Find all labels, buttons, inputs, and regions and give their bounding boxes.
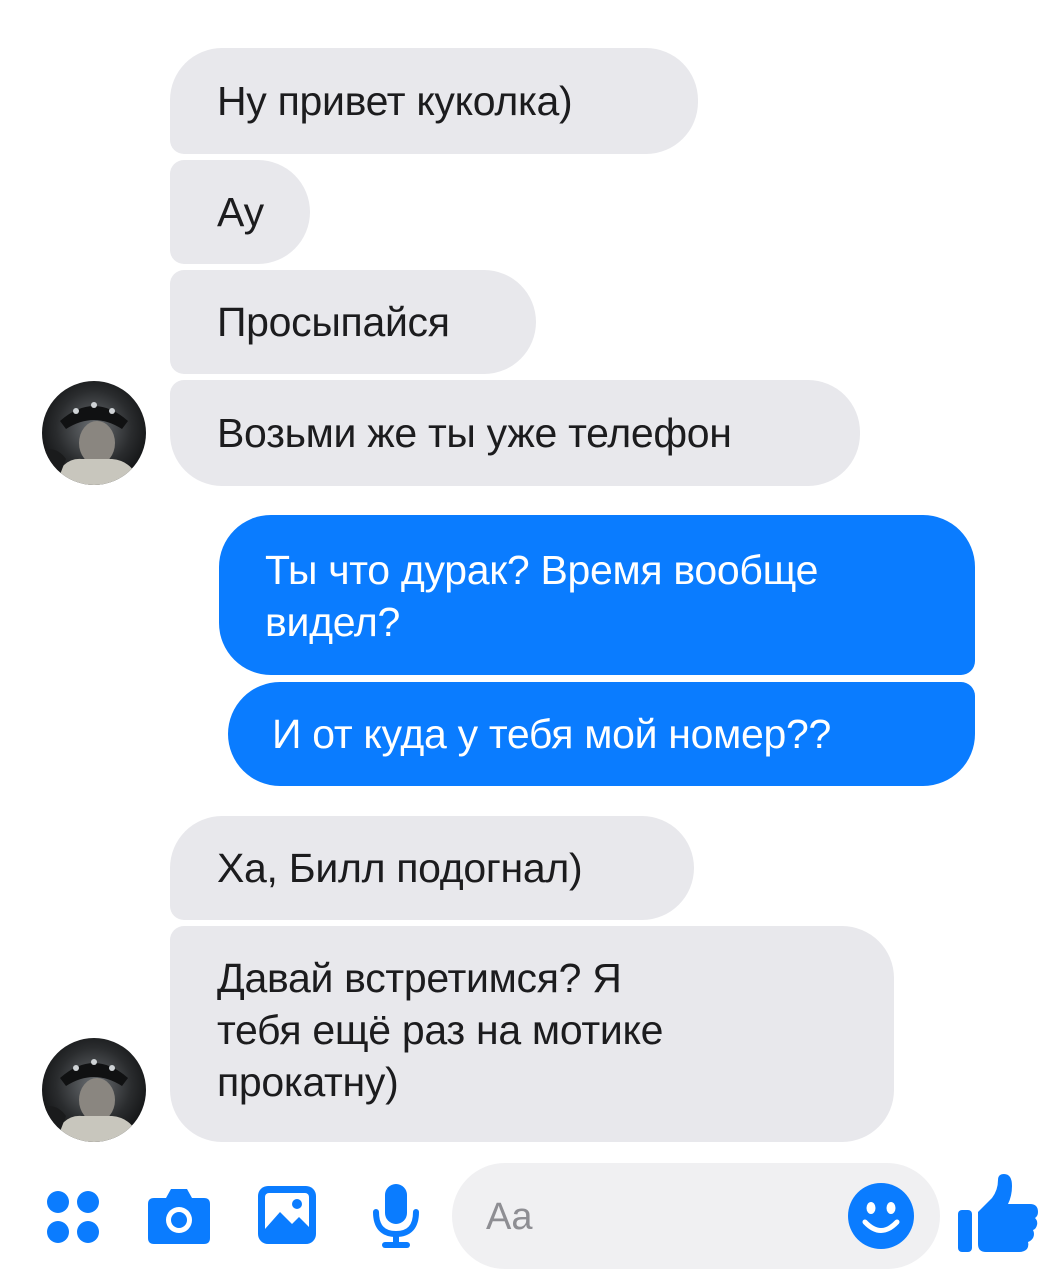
message-text: Просыпайся xyxy=(217,299,450,345)
incoming-message[interactable]: Возьми же ты уже телефон xyxy=(170,380,860,486)
gallery-icon[interactable] xyxy=(256,1184,318,1246)
emoji-icon[interactable] xyxy=(846,1181,916,1251)
outgoing-message[interactable]: Ты что дурак? Время вообще видел? xyxy=(219,515,975,675)
message-text: Ау xyxy=(217,189,264,235)
contact-avatar[interactable] xyxy=(42,381,146,485)
microphone-icon[interactable] xyxy=(370,1182,422,1250)
avatar-image xyxy=(42,381,146,485)
message-text-line: видел? xyxy=(265,599,400,645)
thumbs-up-icon[interactable] xyxy=(956,1172,1040,1256)
message-text-line: Давай встретимся? Я xyxy=(217,955,622,1001)
message-text: Возьми же ты уже телефон xyxy=(217,410,732,456)
message-input-placeholder: Aa xyxy=(486,1196,533,1238)
contact-avatar[interactable] xyxy=(42,1038,146,1142)
message-text: Ну привет куколка) xyxy=(217,78,573,124)
menu-dots-icon[interactable] xyxy=(44,1188,102,1246)
message-text: Ха, Билл подогнал) xyxy=(217,845,583,891)
outgoing-message[interactable]: И от куда у тебя мой номер?? xyxy=(228,682,975,786)
camera-icon[interactable] xyxy=(146,1184,212,1246)
incoming-message[interactable]: Давай встретимся? Я тебя ещё раз на моти… xyxy=(170,926,894,1142)
incoming-message[interactable]: Ха, Билл подогнал) xyxy=(170,816,694,920)
message-text-line: Ты что дурак? Время вообще xyxy=(265,547,819,593)
message-text-line: тебя ещё раз на мотике xyxy=(217,1007,664,1053)
avatar-image xyxy=(42,1038,146,1142)
incoming-message[interactable]: Просыпайся xyxy=(170,270,536,374)
message-text: И от куда у тебя мой номер?? xyxy=(272,711,832,757)
incoming-message[interactable]: Ну привет куколка) xyxy=(170,48,698,154)
message-text-line: прокатну) xyxy=(217,1059,399,1105)
incoming-message[interactable]: Ау xyxy=(170,160,310,264)
